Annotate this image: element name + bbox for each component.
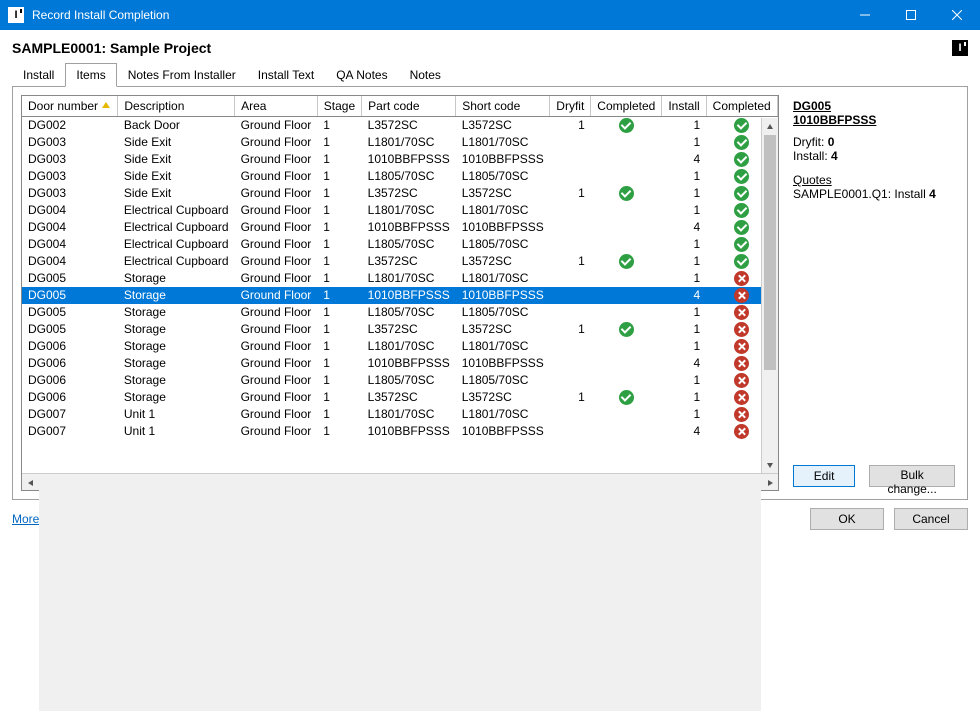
- x-icon: [734, 288, 749, 303]
- horizontal-scrollbar[interactable]: [22, 473, 778, 490]
- detail-door: DG005: [793, 99, 955, 113]
- table-row[interactable]: DG003Side ExitGround Floor11010BBFPSSS10…: [22, 151, 778, 168]
- tab-items[interactable]: Items: [65, 63, 116, 87]
- project-title: SAMPLE0001: Sample Project: [12, 40, 211, 56]
- column-header[interactable]: Completed: [591, 96, 662, 117]
- table-row[interactable]: DG004Electrical CupboardGround Floor1L18…: [22, 236, 778, 253]
- check-icon: [734, 135, 749, 150]
- cancel-button[interactable]: Cancel: [894, 508, 968, 530]
- detail-panel: DG005 1010BBFPSSS Dryfit: 0 Install: 4 Q…: [779, 95, 959, 491]
- table-row[interactable]: DG007Unit 1Ground Floor11010BBFPSSS1010B…: [22, 423, 778, 440]
- column-header[interactable]: Description: [118, 96, 235, 117]
- detail-quote-line: SAMPLE0001.Q1: Install 4: [793, 187, 955, 201]
- table-row[interactable]: DG004Electrical CupboardGround Floor1101…: [22, 219, 778, 236]
- tab-qa-notes[interactable]: QA Notes: [325, 63, 398, 87]
- items-grid[interactable]: Door number Description Area Stage Part …: [22, 96, 778, 440]
- tab-notes[interactable]: Notes: [399, 63, 452, 87]
- table-row[interactable]: DG005StorageGround Floor1L3572SCL3572SC1…: [22, 321, 778, 338]
- tab-install-text[interactable]: Install Text: [247, 63, 325, 87]
- detail-part: 1010BBFPSSS: [793, 113, 955, 127]
- x-icon: [734, 356, 749, 371]
- table-row[interactable]: DG003Side ExitGround Floor1L3572SCL3572S…: [22, 185, 778, 202]
- check-icon: [619, 118, 634, 133]
- items-grid-container: Door number Description Area Stage Part …: [21, 95, 779, 491]
- table-row[interactable]: DG007Unit 1Ground Floor1L1801/70SCL1801/…: [22, 406, 778, 423]
- check-icon: [619, 186, 634, 201]
- x-icon: [734, 339, 749, 354]
- window-controls: [842, 0, 980, 30]
- detail-install-line: Install: 4: [793, 149, 955, 163]
- x-icon: [734, 271, 749, 286]
- table-row[interactable]: DG004Electrical CupboardGround Floor1L35…: [22, 253, 778, 270]
- window-title: Record Install Completion: [32, 8, 169, 22]
- x-icon: [734, 322, 749, 337]
- x-icon: [734, 305, 749, 320]
- titlebar: I Record Install Completion: [0, 0, 980, 30]
- app-small-icon: I: [952, 40, 968, 56]
- edit-button[interactable]: Edit: [793, 465, 855, 487]
- scroll-thumb[interactable]: [764, 135, 776, 370]
- app-icon: I: [8, 7, 24, 23]
- table-row[interactable]: DG006StorageGround Floor1L1805/70SCL1805…: [22, 372, 778, 389]
- table-row[interactable]: DG004Electrical CupboardGround Floor1L18…: [22, 202, 778, 219]
- check-icon: [734, 186, 749, 201]
- vertical-scrollbar[interactable]: [761, 118, 778, 473]
- check-icon: [734, 254, 749, 269]
- check-icon: [734, 220, 749, 235]
- ok-button[interactable]: OK: [810, 508, 884, 530]
- check-icon: [734, 203, 749, 218]
- maximize-button[interactable]: [888, 0, 934, 30]
- close-button[interactable]: [934, 0, 980, 30]
- table-row[interactable]: DG006StorageGround Floor11010BBFPSSS1010…: [22, 355, 778, 372]
- detail-quotes-header: Quotes: [793, 173, 955, 187]
- detail-dryfit-line: Dryfit: 0: [793, 135, 955, 149]
- column-header[interactable]: Door number: [22, 96, 118, 117]
- scroll-right-icon[interactable]: [761, 474, 778, 491]
- tabstrip: InstallItemsNotes From InstallerInstall …: [12, 62, 968, 87]
- x-icon: [734, 424, 749, 439]
- minimize-button[interactable]: [842, 0, 888, 30]
- column-header-edit[interactable]: [777, 96, 778, 117]
- table-row[interactable]: DG005StorageGround Floor11010BBFPSSS1010…: [22, 287, 778, 304]
- table-row[interactable]: DG005StorageGround Floor1L1805/70SCL1805…: [22, 304, 778, 321]
- table-row[interactable]: DG006StorageGround Floor1L1801/70SCL1801…: [22, 338, 778, 355]
- scroll-track[interactable]: [762, 135, 778, 456]
- table-row[interactable]: DG006StorageGround Floor1L3572SCL3572SC1…: [22, 389, 778, 406]
- x-icon: [734, 407, 749, 422]
- tab-install[interactable]: Install: [12, 63, 65, 87]
- column-header[interactable]: Install: [662, 96, 706, 117]
- scroll-up-icon[interactable]: [762, 118, 778, 135]
- column-header[interactable]: Short code: [456, 96, 550, 117]
- check-icon: [734, 118, 749, 133]
- table-row[interactable]: DG003Side ExitGround Floor1L1805/70SCL18…: [22, 168, 778, 185]
- check-icon: [734, 169, 749, 184]
- scroll-left-icon[interactable]: [22, 474, 39, 491]
- column-header[interactable]: Dryfit: [550, 96, 591, 117]
- scroll-down-icon[interactable]: [762, 456, 778, 473]
- sort-asc-icon: [101, 99, 111, 113]
- column-header[interactable]: Part code: [362, 96, 456, 117]
- column-header[interactable]: Area: [235, 96, 318, 117]
- bulk-change-button[interactable]: Bulk change...: [869, 465, 955, 487]
- check-icon: [619, 322, 634, 337]
- column-header[interactable]: Stage: [317, 96, 361, 117]
- tab-notes-from-installer[interactable]: Notes From Installer: [117, 63, 247, 87]
- check-icon: [734, 152, 749, 167]
- table-row[interactable]: DG002Back DoorGround Floor1L3572SCL3572S…: [22, 117, 778, 135]
- table-row[interactable]: DG005StorageGround Floor1L1801/70SCL1801…: [22, 270, 778, 287]
- check-icon: [619, 254, 634, 269]
- column-header[interactable]: Completed: [706, 96, 777, 117]
- x-icon: [734, 373, 749, 388]
- check-icon: [619, 390, 634, 405]
- x-icon: [734, 390, 749, 405]
- table-row[interactable]: DG003Side ExitGround Floor1L1801/70SCL18…: [22, 134, 778, 151]
- check-icon: [734, 237, 749, 252]
